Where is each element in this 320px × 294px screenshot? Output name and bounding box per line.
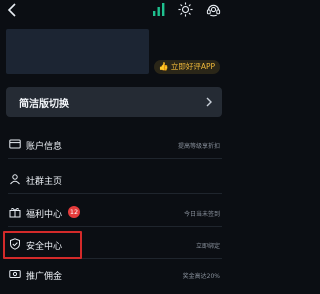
- divider: [8, 193, 222, 194]
- rate-app-button[interactable]: 👍 立即好评APP: [154, 60, 220, 74]
- chevron-left-icon[interactable]: [5, 2, 21, 18]
- highlight-box: [3, 231, 82, 259]
- menu-item-label: 福利中心: [26, 210, 63, 220]
- signal-bars-icon[interactable]: [153, 3, 165, 16]
- menu-item-subtitle: 提高等级享折扣: [177, 143, 220, 150]
- notification-badge: 12: [68, 206, 80, 218]
- menu-item-promotion-commission[interactable]: 推广佣金 奖金高达20%: [0, 263, 228, 287]
- menu-item-welfare-center[interactable]: 福利中心 12 今日当未签到: [0, 201, 228, 225]
- menu-item-label: 账户信息: [26, 142, 63, 152]
- divider: [8, 158, 222, 159]
- rate-app-label: 立即好评APP: [170, 62, 216, 72]
- sun-icon[interactable]: [178, 2, 193, 17]
- user-profile-area[interactable]: [6, 29, 149, 74]
- menu-item-account-info[interactable]: 账户信息 提高等级享折扣: [0, 133, 228, 157]
- card-icon: [9, 139, 21, 149]
- simple-mode-label: 简洁版切换: [19, 98, 69, 110]
- menu-item-community[interactable]: 社群主页: [0, 168, 228, 192]
- community-icon: [10, 174, 20, 185]
- thumb-up-icon: 👍: [158, 62, 169, 71]
- menu-item-label: 社群主页: [26, 177, 63, 187]
- gift-icon: [9, 207, 21, 218]
- menu-item-label: 推广佣金: [26, 272, 63, 282]
- money-icon: [9, 270, 21, 278]
- customer-service-icon[interactable]: [206, 2, 221, 17]
- menu-item-subtitle: 今日当未签到: [183, 211, 220, 218]
- menu-item-subtitle: 奖金高达20%: [182, 273, 220, 280]
- divider: [8, 226, 222, 227]
- top-bar: [0, 0, 228, 22]
- simple-mode-switch[interactable]: 简洁版切换: [6, 87, 222, 117]
- chevron-right-icon: [206, 97, 212, 107]
- menu-item-subtitle: 立即绑定: [195, 243, 220, 250]
